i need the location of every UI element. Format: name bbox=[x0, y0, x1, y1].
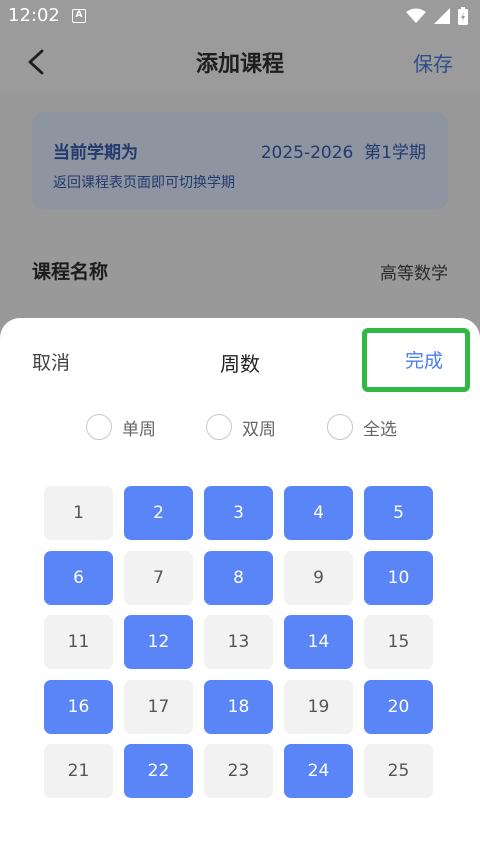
week-cell-14[interactable]: 14 bbox=[284, 615, 353, 669]
week-cell-22[interactable]: 22 bbox=[124, 744, 193, 798]
week-picker-sheet: 取消 周数 完成 单周 双周 全选 1 2 3 4 5 6 7 8 9 10 11 12 13 14 15 1… bbox=[0, 318, 480, 853]
week-cell-19[interactable]: 19 bbox=[284, 679, 353, 734]
term-label: 当前学期为 bbox=[53, 143, 138, 163]
week-cell-4[interactable]: 4 bbox=[284, 486, 353, 540]
week-cell-17[interactable]: 17 bbox=[124, 679, 193, 734]
term-value: 2025-2026 第1学期 bbox=[260, 143, 426, 163]
week-cell-7[interactable]: 7 bbox=[124, 550, 193, 605]
page-title: 添加课程 bbox=[195, 52, 284, 77]
week-cell-12[interactable]: 12 bbox=[124, 615, 193, 669]
radio-icon[interactable] bbox=[327, 414, 353, 440]
radio-icon[interactable] bbox=[206, 414, 232, 440]
save-button[interactable]: 保存 bbox=[413, 48, 453, 77]
course-form: 当前学期为 2025-2026 第1学期 返回课程表页面即可切换学期 课程名称 … bbox=[0, 92, 480, 322]
week-cell-25[interactable]: 25 bbox=[364, 744, 433, 798]
option-label: 单周 bbox=[122, 419, 156, 440]
term-card: 当前学期为 2025-2026 第1学期 返回课程表页面即可切换学期 bbox=[32, 112, 448, 210]
week-cell-3[interactable]: 3 bbox=[204, 486, 273, 540]
week-grid: 1 2 3 4 5 6 7 8 9 10 11 12 13 14 15 16 17 18 19 20 21 22 23 24 2… bbox=[44, 486, 436, 798]
notification-icon: A bbox=[72, 9, 86, 23]
option-label: 全选 bbox=[363, 419, 397, 440]
option-select-all[interactable]: 全选 bbox=[327, 414, 397, 440]
course-name-label: 课程名称 bbox=[32, 261, 109, 283]
option-odd-weeks[interactable]: 单周 bbox=[86, 414, 156, 440]
week-cell-1[interactable]: 1 bbox=[44, 486, 113, 540]
status-bar: 12:02 A bbox=[0, 0, 480, 32]
week-cell-16[interactable]: 16 bbox=[44, 679, 113, 734]
signal-icon bbox=[434, 8, 450, 24]
course-name-input[interactable]: 高等数学 bbox=[380, 259, 448, 284]
wifi-icon bbox=[406, 8, 426, 23]
week-cell-23[interactable]: 23 bbox=[204, 744, 273, 798]
option-label: 双周 bbox=[242, 419, 276, 440]
week-cell-13[interactable]: 13 bbox=[204, 615, 273, 669]
app-header: 添加课程 保存 bbox=[0, 32, 480, 92]
battery-icon bbox=[458, 7, 468, 25]
week-cell-15[interactable]: 15 bbox=[364, 615, 433, 669]
week-cell-11[interactable]: 11 bbox=[44, 615, 113, 669]
week-cell-20[interactable]: 20 bbox=[364, 679, 433, 734]
week-filter-options: 单周 双周 全选 bbox=[0, 414, 480, 444]
week-cell-5[interactable]: 5 bbox=[364, 486, 433, 540]
option-even-weeks[interactable]: 双周 bbox=[206, 414, 276, 440]
week-cell-18[interactable]: 18 bbox=[204, 679, 273, 734]
done-highlight-box: 完成 bbox=[362, 328, 470, 392]
week-cell-8[interactable]: 8 bbox=[204, 550, 273, 605]
week-cell-9[interactable]: 9 bbox=[284, 550, 353, 605]
week-cell-2[interactable]: 2 bbox=[124, 486, 193, 540]
week-cell-24[interactable]: 24 bbox=[284, 744, 353, 798]
status-icons bbox=[406, 7, 468, 25]
week-cell-21[interactable]: 21 bbox=[44, 744, 113, 798]
week-cell-10[interactable]: 10 bbox=[364, 550, 433, 605]
week-cell-6[interactable]: 6 bbox=[44, 550, 113, 605]
radio-icon[interactable] bbox=[86, 414, 112, 440]
status-time: 12:02 bbox=[8, 5, 60, 26]
done-button[interactable]: 完成 bbox=[405, 346, 443, 373]
term-hint: 返回课程表页面即可切换学期 bbox=[53, 175, 235, 191]
